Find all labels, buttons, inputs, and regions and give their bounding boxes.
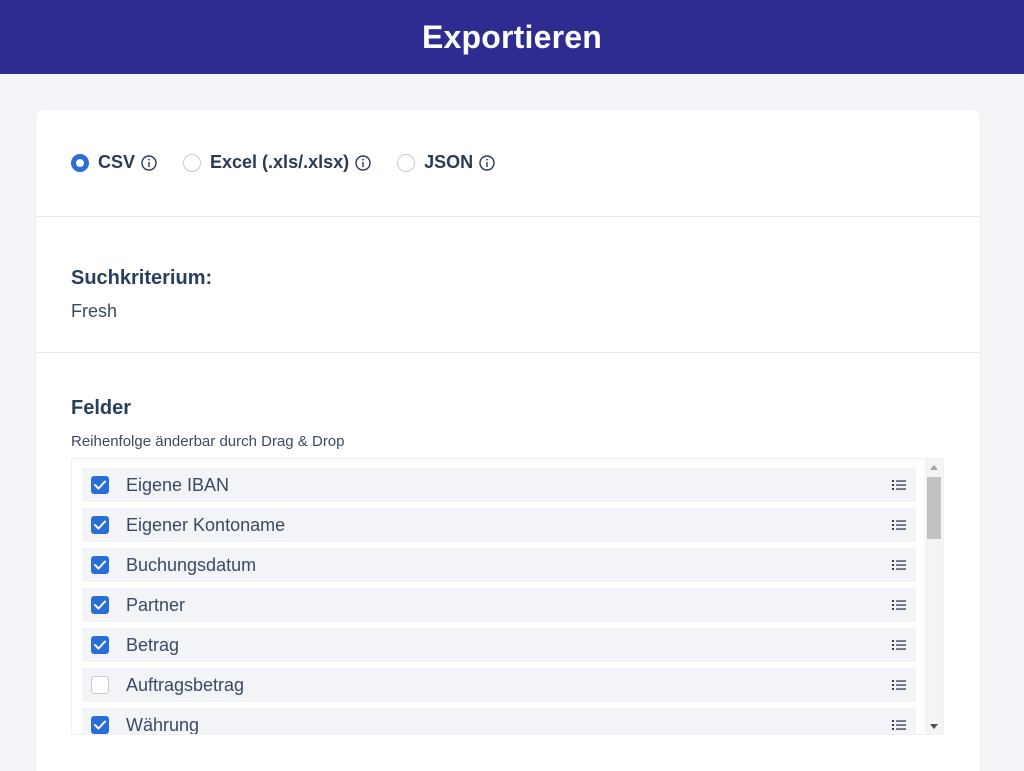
criteria-section: Suchkriterium: Fresh [36, 217, 980, 353]
field-label: Währung [126, 714, 200, 735]
field-list-item[interactable]: Betrag [82, 628, 916, 662]
criteria-value: Fresh [71, 301, 118, 321]
drag-handle-icon[interactable] [892, 519, 906, 531]
field-checkbox[interactable] [91, 636, 109, 654]
field-list-item[interactable]: Partner [82, 588, 916, 622]
field-checkbox[interactable] [91, 556, 109, 574]
field-label: Partner [126, 594, 186, 615]
field-checkbox[interactable] [91, 676, 109, 694]
drag-handle-icon[interactable] [892, 599, 906, 611]
scroll-down-arrow[interactable] [925, 718, 943, 734]
drag-handle-icon[interactable] [892, 679, 906, 691]
fields-list[interactable]: Eigene IBAN Eigener Kontoname Buchungsdatu… [71, 458, 944, 735]
criteria-title: Suchkriterium: [71, 267, 213, 289]
field-label: Eigener Kontoname [126, 514, 286, 535]
field-list-item[interactable]: Eigene IBAN [82, 468, 916, 502]
format-option-label: CSV [98, 152, 136, 172]
checkmark-icon [94, 520, 106, 530]
scrollbar[interactable] [925, 459, 943, 734]
checkmark-icon [94, 640, 106, 650]
scrollbar-thumb[interactable] [927, 477, 941, 539]
checkmark-icon [94, 480, 106, 490]
fields-list-inner: Eigene IBAN Eigener Kontoname Buchungsdatu… [82, 468, 916, 735]
format-option-json[interactable]: JSON [397, 152, 495, 173]
radio-button[interactable] [71, 153, 89, 172]
field-label: Buchungsdatum [126, 554, 257, 575]
drag-handle-icon[interactable] [892, 559, 906, 571]
field-checkbox[interactable] [91, 476, 109, 494]
field-checkbox[interactable] [91, 516, 109, 534]
format-option-label: JSON [424, 152, 474, 172]
page-header: Exportieren [0, 0, 1024, 74]
field-label: Betrag [126, 634, 180, 655]
page-title: Exportieren [421, 18, 603, 55]
field-checkbox[interactable] [91, 596, 109, 614]
checkmark-icon [94, 720, 106, 730]
export-card: CSV Excel (.xls/.xlsx) JSON Suchkriteriu… [36, 110, 980, 771]
info-circle-icon[interactable] [355, 154, 371, 171]
info-circle-icon[interactable] [479, 154, 495, 171]
format-option-csv[interactable]: CSV [71, 152, 157, 173]
field-list-item[interactable]: Eigener Kontoname [82, 508, 916, 542]
checkmark-icon [94, 600, 106, 610]
field-label: Auftragsbetrag [126, 674, 245, 695]
format-option-label: Excel (.xls/.xlsx) [210, 152, 350, 172]
field-list-item[interactable]: Auftragsbetrag [82, 668, 916, 702]
scroll-up-arrow[interactable] [925, 459, 943, 475]
format-radio-group: CSV Excel (.xls/.xlsx) JSON [71, 152, 521, 173]
drag-handle-icon[interactable] [892, 479, 906, 491]
format-option-excel[interactable]: Excel (.xls/.xlsx) [183, 152, 371, 173]
format-section: CSV Excel (.xls/.xlsx) JSON [36, 110, 980, 217]
field-list-item[interactable]: Buchungsdatum [82, 548, 916, 582]
drag-handle-icon[interactable] [892, 639, 906, 651]
fields-title: Felder [71, 397, 132, 419]
fields-hint: Reihenfolge änderbar durch Drag & Drop [71, 433, 345, 450]
field-checkbox[interactable] [91, 716, 109, 734]
radio-button[interactable] [183, 153, 202, 172]
checkmark-icon [94, 560, 106, 570]
field-list-item[interactable]: Währung [82, 708, 916, 735]
info-circle-icon[interactable] [141, 154, 157, 171]
drag-handle-icon[interactable] [892, 719, 906, 731]
radio-button[interactable] [397, 153, 416, 172]
field-label: Eigene IBAN [126, 474, 230, 495]
